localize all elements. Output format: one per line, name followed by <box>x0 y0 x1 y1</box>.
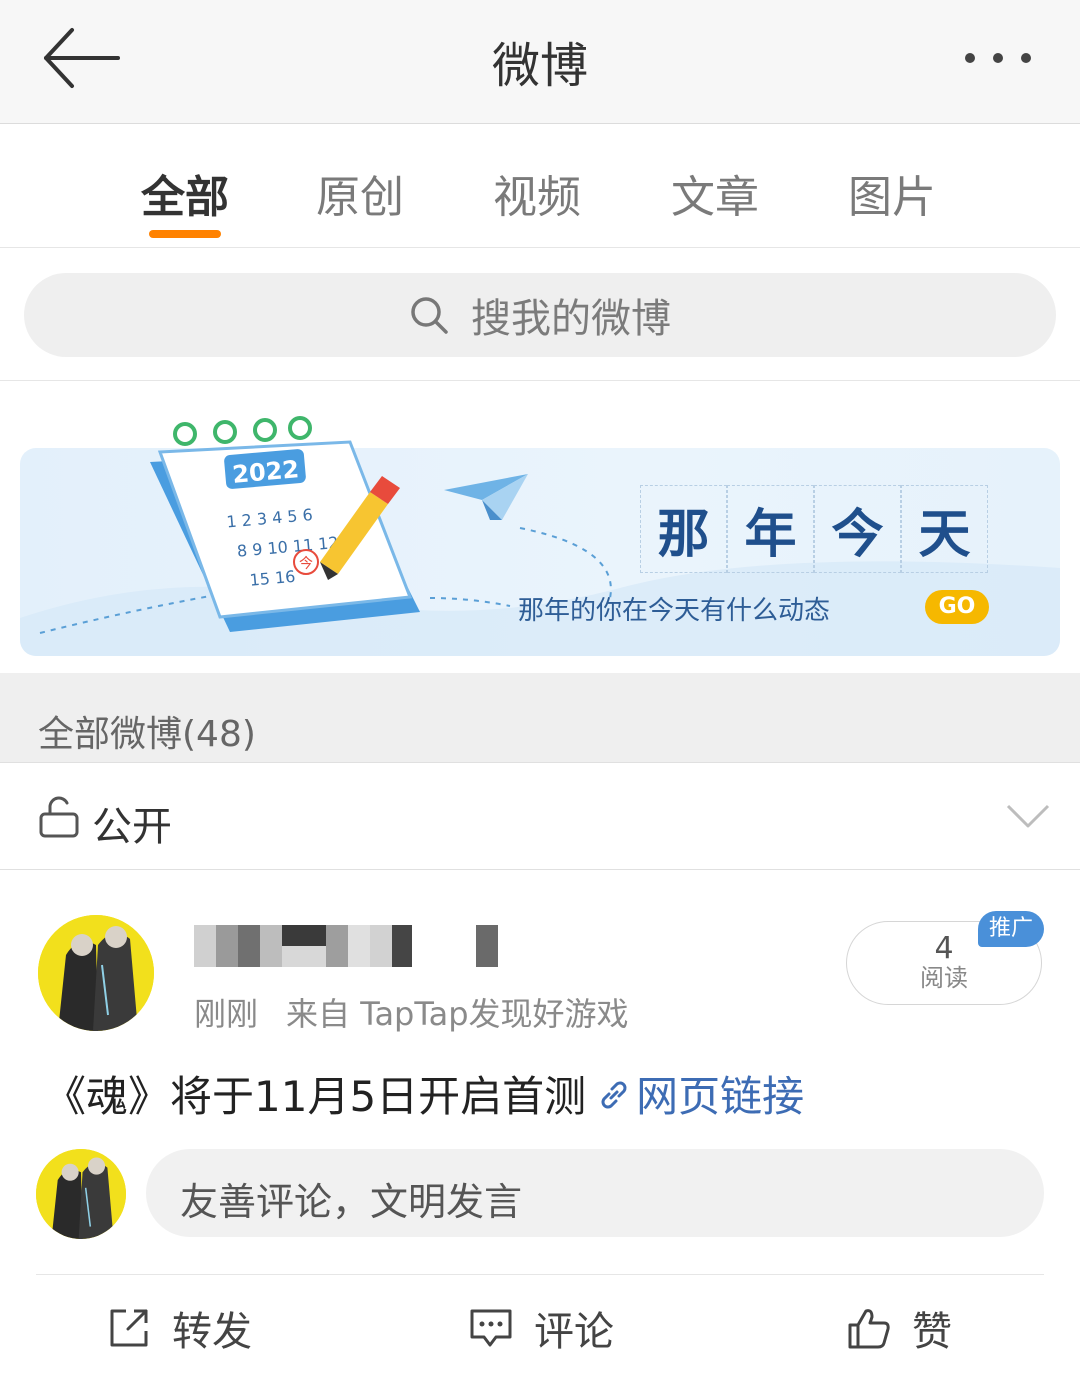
post-meta: 刚刚 来自 TapTap发现好游戏 <box>194 989 629 1035</box>
banner-title-char: 年 <box>727 485 814 573</box>
section-label: 全部微博(48) <box>38 714 256 755</box>
comment-placeholder: 友善评论，文明发言 <box>180 1180 523 1224</box>
tab-video[interactable]: 视频 <box>462 161 612 225</box>
like-label: 赞 <box>912 1309 952 1355</box>
tab-original[interactable]: 原创 <box>285 161 435 225</box>
section-header: 全部微博(48) <box>0 673 1080 763</box>
read-label: 阅读 <box>920 964 968 992</box>
page-title: 微博 <box>491 38 588 94</box>
username-redacted <box>194 925 498 967</box>
tab-all[interactable]: 全部 <box>110 161 260 225</box>
search-icon <box>411 297 448 334</box>
chevron-down-icon[interactable] <box>1006 802 1050 830</box>
top-bar: 微博 <box>0 0 1080 124</box>
post-text: 《魂》将于11月5日开启首测 <box>44 1072 587 1121</box>
post-source[interactable]: 来自 TapTap发现好游戏 <box>286 995 629 1033</box>
search-placeholder: 搜我的微博 <box>471 296 671 342</box>
more-dots-icon[interactable] <box>960 40 1040 76</box>
post-content: 《魂》将于11月5日开启首测 网页链接 <box>44 1063 804 1124</box>
web-link-label: 网页链接 <box>636 1072 805 1121</box>
paper-plane-icon <box>444 474 528 520</box>
tab-image[interactable]: 图片 <box>817 161 967 225</box>
web-link[interactable]: 网页链接 <box>596 1072 804 1121</box>
comment-label: 评论 <box>534 1309 614 1355</box>
promo-tag: 推广 <box>978 911 1044 947</box>
avatar-image <box>36 1149 126 1239</box>
tab-article[interactable]: 文章 <box>640 161 790 225</box>
visibility-filter[interactable]: 公开 <box>0 764 1080 870</box>
repost-label: 转发 <box>172 1309 252 1355</box>
banner-subtitle: 那年的你在今天有什么动态 <box>518 596 831 626</box>
link-icon <box>601 1081 627 1109</box>
search-input[interactable]: 搜我的微博 <box>24 273 1056 357</box>
search-section: 搜我的微博 <box>0 249 1080 381</box>
svg-text:今: 今 <box>299 556 313 572</box>
filter-label: 公开 <box>92 804 172 850</box>
avatar[interactable] <box>38 915 154 1031</box>
divider <box>36 1274 1044 1275</box>
active-tab-indicator <box>149 230 221 238</box>
repost-button[interactable]: 转发 <box>106 1303 252 1355</box>
banner-title-char: 那 <box>640 485 727 573</box>
comment-icon <box>470 1309 512 1347</box>
like-button[interactable]: 赞 <box>846 1303 952 1355</box>
svg-text:15 16: 15 16 <box>249 567 296 590</box>
unlock-icon <box>39 796 79 838</box>
repost-icon <box>110 1309 148 1347</box>
banner-title: 那 年 今 天 <box>640 485 990 575</box>
avatar[interactable] <box>36 1149 126 1239</box>
banner-title-char: 天 <box>901 485 988 573</box>
post-card: 刚刚 来自 TapTap发现好游戏 4 阅读 推广 《魂》将于11月5日开启首测网… <box>0 871 1080 1373</box>
post-time: 刚刚 <box>194 995 259 1033</box>
banner-title-char: 今 <box>814 485 901 573</box>
calendar-illustration: 2022 1 2 3 4 5 6 8 9 10 11 12 15 16 今 <box>150 416 420 632</box>
svg-text:2022: 2022 <box>231 455 300 489</box>
thumbs-up-icon <box>848 1309 890 1349</box>
comment-button[interactable]: 评论 <box>468 1303 614 1355</box>
avatar-image <box>38 915 154 1031</box>
tab-bar: 全部 原创 视频 文章 图片 <box>0 125 1080 248</box>
comment-input[interactable]: 友善评论，文明发言 <box>146 1149 1044 1237</box>
go-button[interactable]: GO <box>925 590 989 624</box>
